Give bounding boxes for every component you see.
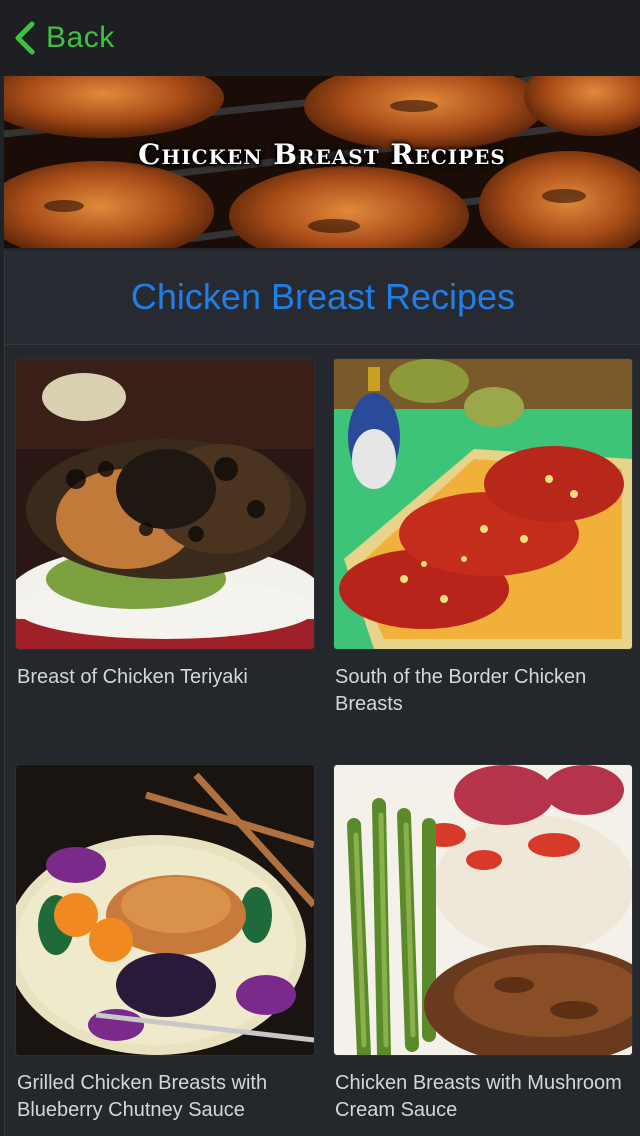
recipe-image-south-border [333,358,633,650]
recipe-image-blueberry [15,764,315,1056]
banner-title: Chicken Breast Recipes [138,138,506,171]
nav-bar: Back [0,0,640,76]
recipe-card-blueberry[interactable]: Grilled Chicken Breasts with Blueberry C… [15,764,315,1124]
page-title: Chicken Breast Recipes [130,276,516,317]
recipe-image-mushroom [333,764,633,1056]
recipe-card-south-border[interactable]: South of the Border Chicken Breasts [333,358,633,718]
chevron-left-icon [15,21,35,55]
recipe-title[interactable]: Breast of Chicken Teriyaki [15,664,313,691]
recipe-title[interactable]: Chicken Breasts with Mushroom Cream Sauc… [333,1070,631,1124]
recipe-card-mushroom[interactable]: Chicken Breasts with Mushroom Cream Sauc… [333,764,633,1124]
recipe-card-teriyaki[interactable]: Breast of Chicken Teriyaki [15,358,315,691]
header-banner-image: Chicken Breast Recipes [4,76,640,248]
heading-bar: Chicken Breast Recipes [5,250,640,345]
back-button[interactable]: Back [14,21,115,55]
recipe-title[interactable]: South of the Border Chicken Breasts [333,664,631,718]
recipe-section: Chicken Breast Recipes Breast of Chicken… [4,250,640,1136]
back-label: Back [46,21,115,54]
recipe-title[interactable]: Grilled Chicken Breasts with Blueberry C… [15,1070,313,1124]
recipe-image-teriyaki [15,358,315,650]
